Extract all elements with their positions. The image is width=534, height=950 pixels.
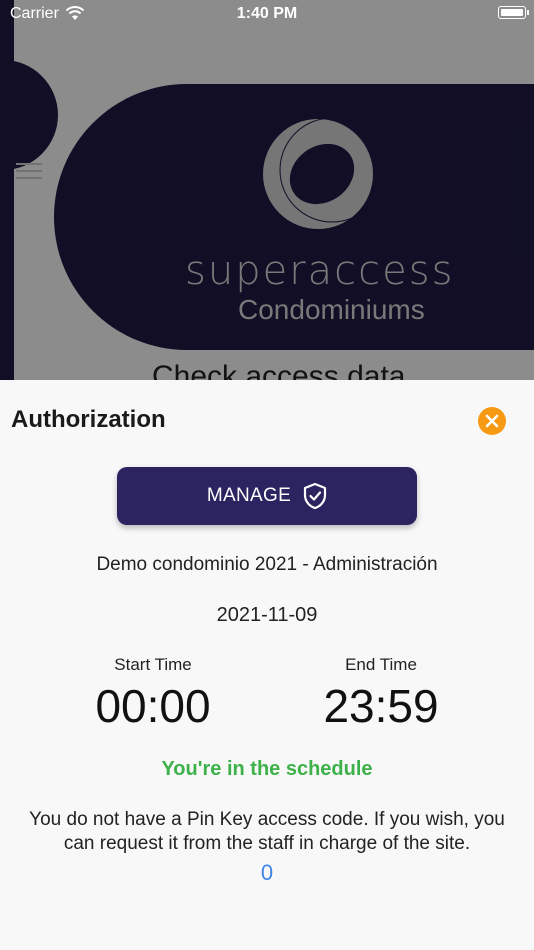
end-time-value: 23:59 [323, 680, 439, 732]
start-time-value: 00:00 [95, 680, 211, 732]
authorization-sheet: Authorization MANAGE Demo condominio 202… [0, 380, 534, 950]
start-time: Start Time 00:00 [53, 655, 253, 733]
pin-key-value[interactable]: 0 [0, 860, 534, 886]
status-bar: Carrier 1:40 PM [0, 0, 534, 28]
schedule-status: You're in the schedule [161, 758, 373, 780]
start-time-label: Start Time [114, 655, 192, 674]
manage-label: MANAGE [206, 485, 292, 506]
close-icon [485, 414, 499, 428]
battery-icon [498, 6, 529, 19]
shield-check-icon [303, 482, 327, 510]
manage-button[interactable]: MANAGE [117, 467, 417, 525]
condominium-name: Demo condominio 2021 - Administración [96, 554, 438, 575]
end-time-label: End Time [345, 655, 417, 674]
sheet-title: Authorization [11, 406, 166, 433]
authorization-date: 2021-11-09 [216, 604, 318, 626]
end-time: End Time 23:59 [281, 655, 481, 733]
clock: 1:40 PM [236, 5, 298, 22]
close-button[interactable] [478, 407, 506, 435]
pin-key-message: You do not have a Pin Key access code. I… [29, 809, 505, 854]
